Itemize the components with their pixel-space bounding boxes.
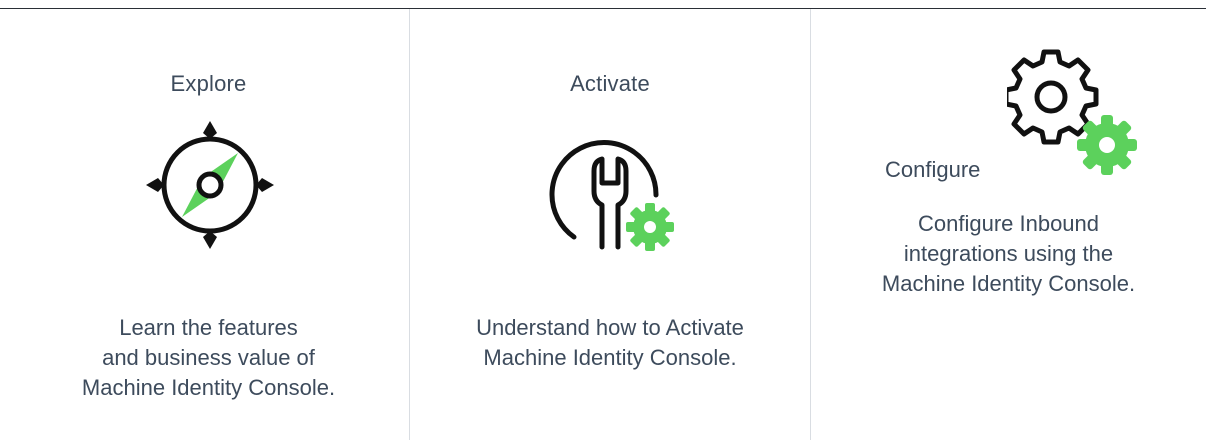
desc-line: integrations using the (903, 241, 1114, 266)
page: Explore Learn the features and business … (0, 0, 1206, 440)
desc-line: Learn the features (119, 315, 298, 340)
desc-line: Configure Inbound (917, 211, 1100, 236)
card-desc-activate: Understand how to Activate Machine Ident… (410, 313, 810, 373)
card-title-activate[interactable]: Activate (410, 71, 810, 97)
card-title-configure[interactable]: Configure (885, 157, 980, 183)
card-explore[interactable]: Explore Learn the features and business … (8, 9, 409, 440)
desc-line: Understand how to Activate (476, 315, 744, 340)
gears-icon (1003, 49, 1147, 186)
desc-line: and business value of (102, 345, 315, 370)
desc-line: Machine Identity Console. (81, 375, 336, 400)
card-title-explore[interactable]: Explore (8, 71, 409, 97)
card-desc-explore: Learn the features and business value of… (8, 313, 409, 403)
desc-line: Machine Identity Console. (881, 271, 1136, 296)
wrench-gear-icon (544, 131, 676, 260)
card-activate[interactable]: Activate Understand how to Activate Mach… (409, 9, 810, 440)
desc-line: Machine Identity Console. (483, 345, 737, 370)
card-configure[interactable]: Configure Configure Inbound integrations… (810, 9, 1206, 440)
compass-icon (144, 119, 276, 256)
card-desc-configure: Configure Inbound integrations using the… (811, 209, 1206, 299)
